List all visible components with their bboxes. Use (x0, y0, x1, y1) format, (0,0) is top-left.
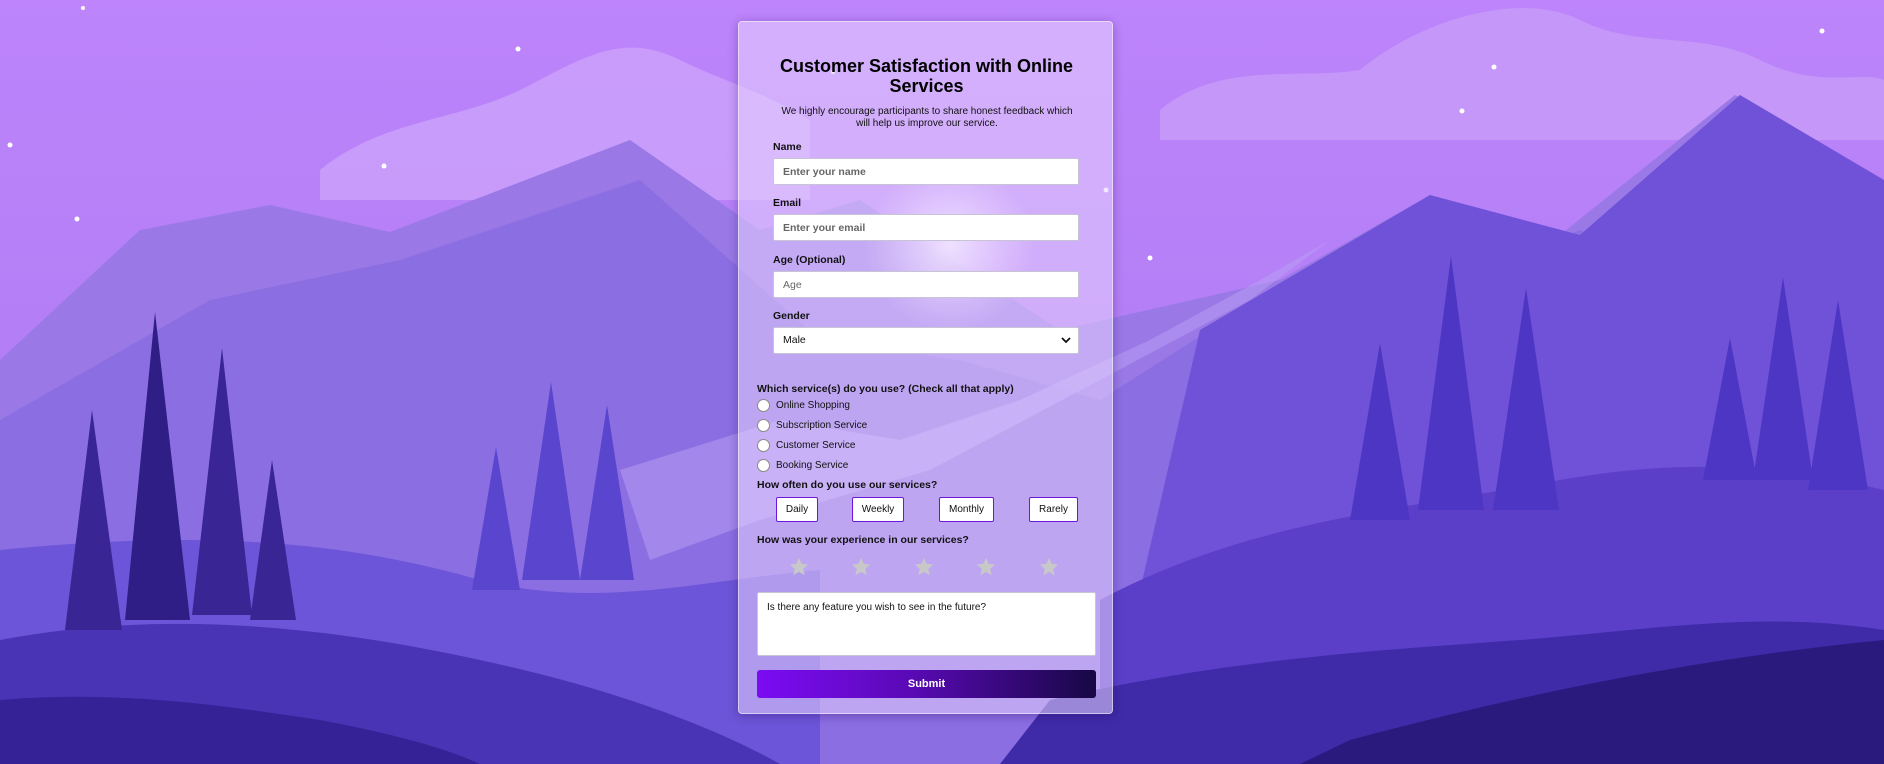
service-option[interactable]: Online Shopping (757, 397, 850, 413)
service-checkbox[interactable] (757, 418, 770, 432)
star-icon[interactable] (1038, 556, 1060, 578)
service-option-label: Subscription Service (776, 419, 868, 431)
gender-selected-value: Male (783, 334, 806, 346)
service-option-label: Booking Service (776, 459, 849, 471)
submit-button[interactable]: Submit (757, 670, 1096, 698)
survey-form-card: Customer Satisfaction with Online Servic… (738, 21, 1113, 714)
service-option[interactable]: Subscription Service (757, 417, 867, 433)
form-subtitle: We highly encourage participants to shar… (781, 106, 1073, 129)
service-option[interactable]: Customer Service (757, 437, 855, 453)
frequency-daily-button[interactable]: Daily (776, 497, 818, 522)
frequency-rarely-button[interactable]: Rarely (1029, 497, 1078, 522)
service-option-label: Customer Service (776, 439, 856, 451)
star-icon[interactable] (788, 556, 810, 578)
gender-select[interactable]: Male (773, 327, 1079, 354)
services-question: Which service(s) do you use? (Check all … (757, 383, 1014, 395)
service-option-label: Online Shopping (776, 399, 850, 411)
email-label: Email (773, 197, 802, 209)
service-checkbox[interactable] (757, 458, 770, 472)
chevron-down-icon (1061, 337, 1071, 344)
service-checkbox[interactable] (757, 398, 770, 412)
gender-label: Gender (773, 310, 810, 322)
form-title: Customer Satisfaction with Online Servic… (779, 56, 1074, 96)
email-input[interactable] (773, 214, 1079, 241)
star-icon[interactable] (913, 556, 935, 578)
frequency-weekly-button[interactable]: Weekly (852, 497, 904, 522)
star-icon[interactable] (975, 556, 997, 578)
future-feature-textarea[interactable]: Is there any feature you wish to see in … (757, 592, 1096, 656)
star-icon[interactable] (850, 556, 872, 578)
name-label: Name (773, 141, 802, 153)
frequency-question: How often do you use our services? (757, 479, 938, 491)
service-option[interactable]: Booking Service (757, 457, 848, 473)
age-label: Age (Optional) (773, 254, 846, 266)
age-input[interactable] (773, 271, 1079, 298)
service-checkbox[interactable] (757, 438, 770, 452)
frequency-monthly-button[interactable]: Monthly (939, 497, 994, 522)
experience-question: How was your experience in our services? (757, 534, 969, 546)
name-input[interactable] (773, 158, 1079, 185)
